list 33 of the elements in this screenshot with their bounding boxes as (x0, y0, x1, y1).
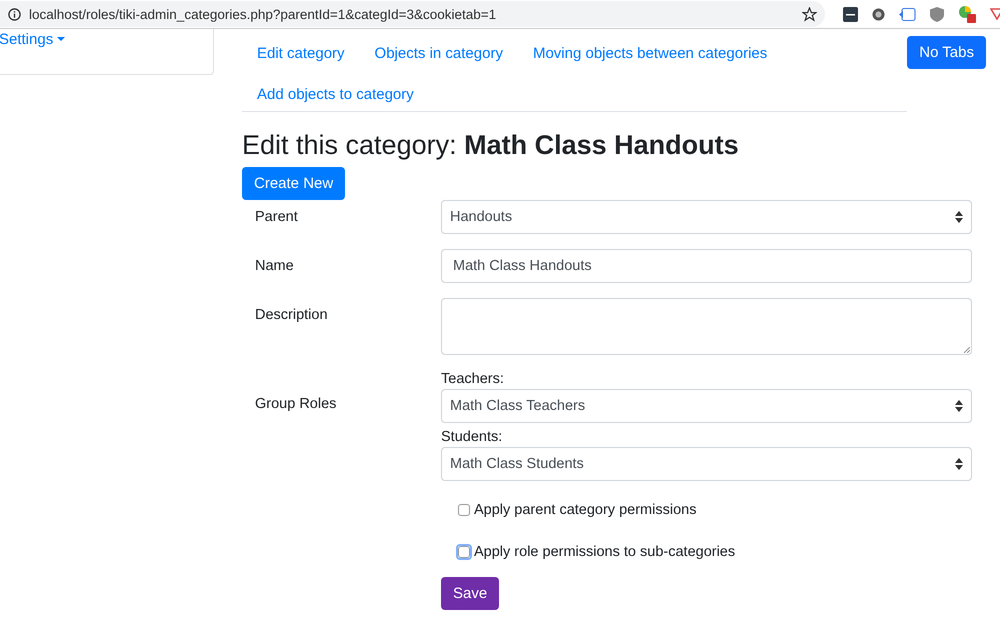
create-new-button[interactable]: Create New (242, 167, 346, 200)
extension-icon[interactable] (872, 8, 885, 20)
page-heading: Edit this category: Math Class Handouts (242, 130, 740, 161)
caret-icon[interactable] (57, 37, 66, 42)
extension-icon[interactable] (958, 5, 976, 23)
name-input[interactable]: Math Class Handouts (441, 249, 972, 283)
no-tabs-button[interactable]: No Tabs (907, 36, 986, 69)
tab[interactable]: Moving objects between categories (518, 29, 782, 70)
info-icon[interactable] (8, 8, 21, 20)
save-button[interactable]: Save (441, 577, 500, 610)
field-label: Description (254, 306, 329, 325)
extension-icon[interactable] (843, 6, 858, 22)
field-label: Parent (254, 208, 299, 227)
role-label: Students: (441, 429, 504, 445)
role-label: Teachers: (441, 371, 505, 387)
checkbox[interactable] (458, 504, 470, 516)
tab[interactable]: Edit category (242, 29, 360, 70)
checkbox-label[interactable]: Apply role permissions to sub-categories (474, 544, 736, 560)
role-select[interactable]: Math Class Teachers (441, 389, 972, 423)
star-icon[interactable] (802, 6, 817, 22)
parent-select[interactable]: Handouts (441, 200, 972, 234)
shield-icon[interactable] (930, 6, 944, 22)
resize-grip-icon[interactable] (963, 346, 970, 353)
tab[interactable]: Objects in category (360, 29, 518, 70)
select-arrows-icon (955, 400, 963, 412)
tab[interactable]: Add objects to category (242, 70, 429, 111)
select-arrows-icon (955, 211, 963, 223)
select-arrows-icon (955, 458, 963, 470)
field-label: Group Roles (254, 395, 338, 414)
role-select[interactable]: Math Class Students (441, 447, 972, 481)
settings-menu[interactable]: Settings (0, 31, 66, 48)
checkbox-label[interactable]: Apply parent category permissions (474, 502, 696, 518)
field-label: Name (254, 257, 295, 276)
